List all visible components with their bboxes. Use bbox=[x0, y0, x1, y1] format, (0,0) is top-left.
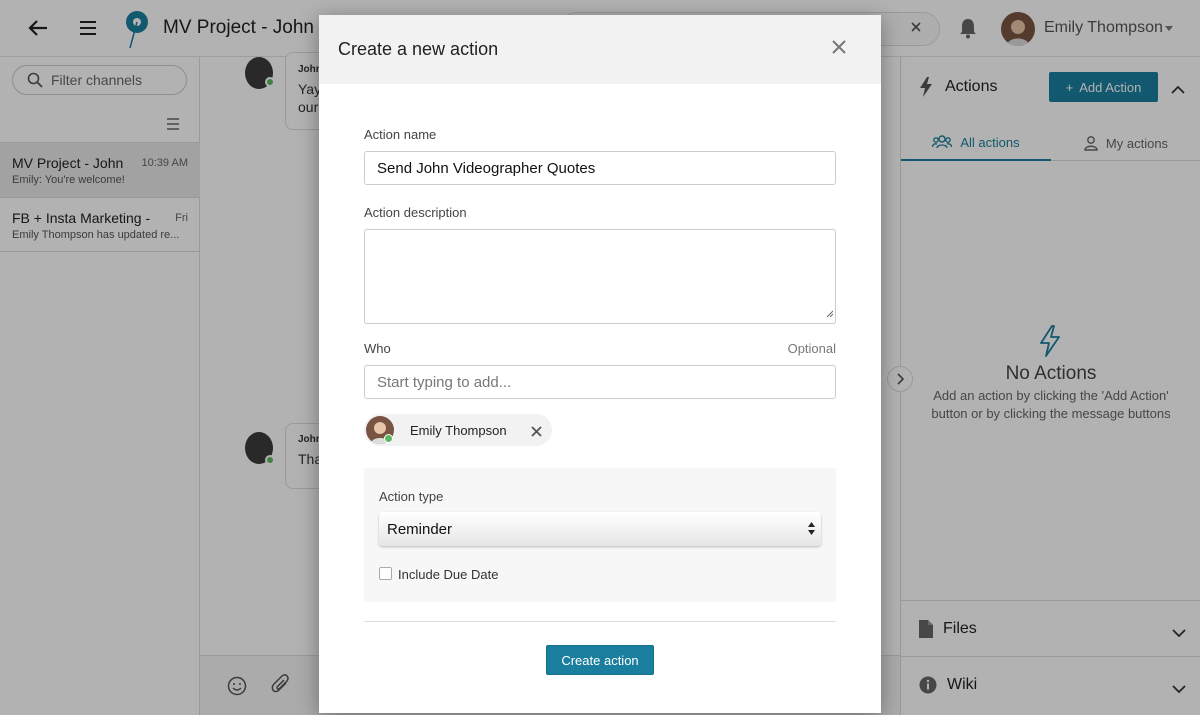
action-type-select[interactable]: Reminder bbox=[379, 512, 821, 546]
who-placeholder: Start typing to add... bbox=[377, 373, 512, 391]
who-optional-label: Optional bbox=[787, 341, 836, 356]
close-icon[interactable] bbox=[832, 40, 848, 56]
action-name-value: Send John Videographer Quotes bbox=[377, 159, 596, 177]
assignee-chip: Emily Thompson bbox=[364, 414, 552, 446]
who-label: Who bbox=[364, 341, 391, 356]
action-type-label: Action type bbox=[379, 489, 444, 504]
modal-title: Create a new action bbox=[338, 39, 499, 59]
remove-assignee-icon[interactable] bbox=[531, 424, 542, 442]
action-name-label: Action name bbox=[364, 127, 437, 142]
select-arrows-icon bbox=[808, 522, 815, 539]
action-type-value: Reminder bbox=[387, 520, 453, 538]
resize-handle-icon[interactable] bbox=[826, 304, 834, 321]
action-description-textarea[interactable] bbox=[364, 229, 836, 324]
action-name-input[interactable]: Send John Videographer Quotes bbox=[364, 151, 836, 185]
action-description-label: Action description bbox=[364, 205, 467, 220]
create-action-button[interactable]: Create action bbox=[546, 645, 654, 675]
create-action-modal: Create a new action Action name Send Joh… bbox=[319, 15, 881, 713]
divider bbox=[364, 621, 836, 622]
include-due-date-label[interactable]: Include Due Date bbox=[398, 567, 498, 582]
who-input[interactable]: Start typing to add... bbox=[364, 365, 836, 399]
action-type-panel: Action type Reminder Include Due Date bbox=[364, 468, 836, 602]
include-due-date-checkbox[interactable] bbox=[379, 567, 392, 580]
online-status-dot bbox=[384, 434, 393, 443]
modal-header: Create a new action bbox=[319, 15, 881, 84]
assignee-name: Emily Thompson bbox=[410, 422, 507, 438]
